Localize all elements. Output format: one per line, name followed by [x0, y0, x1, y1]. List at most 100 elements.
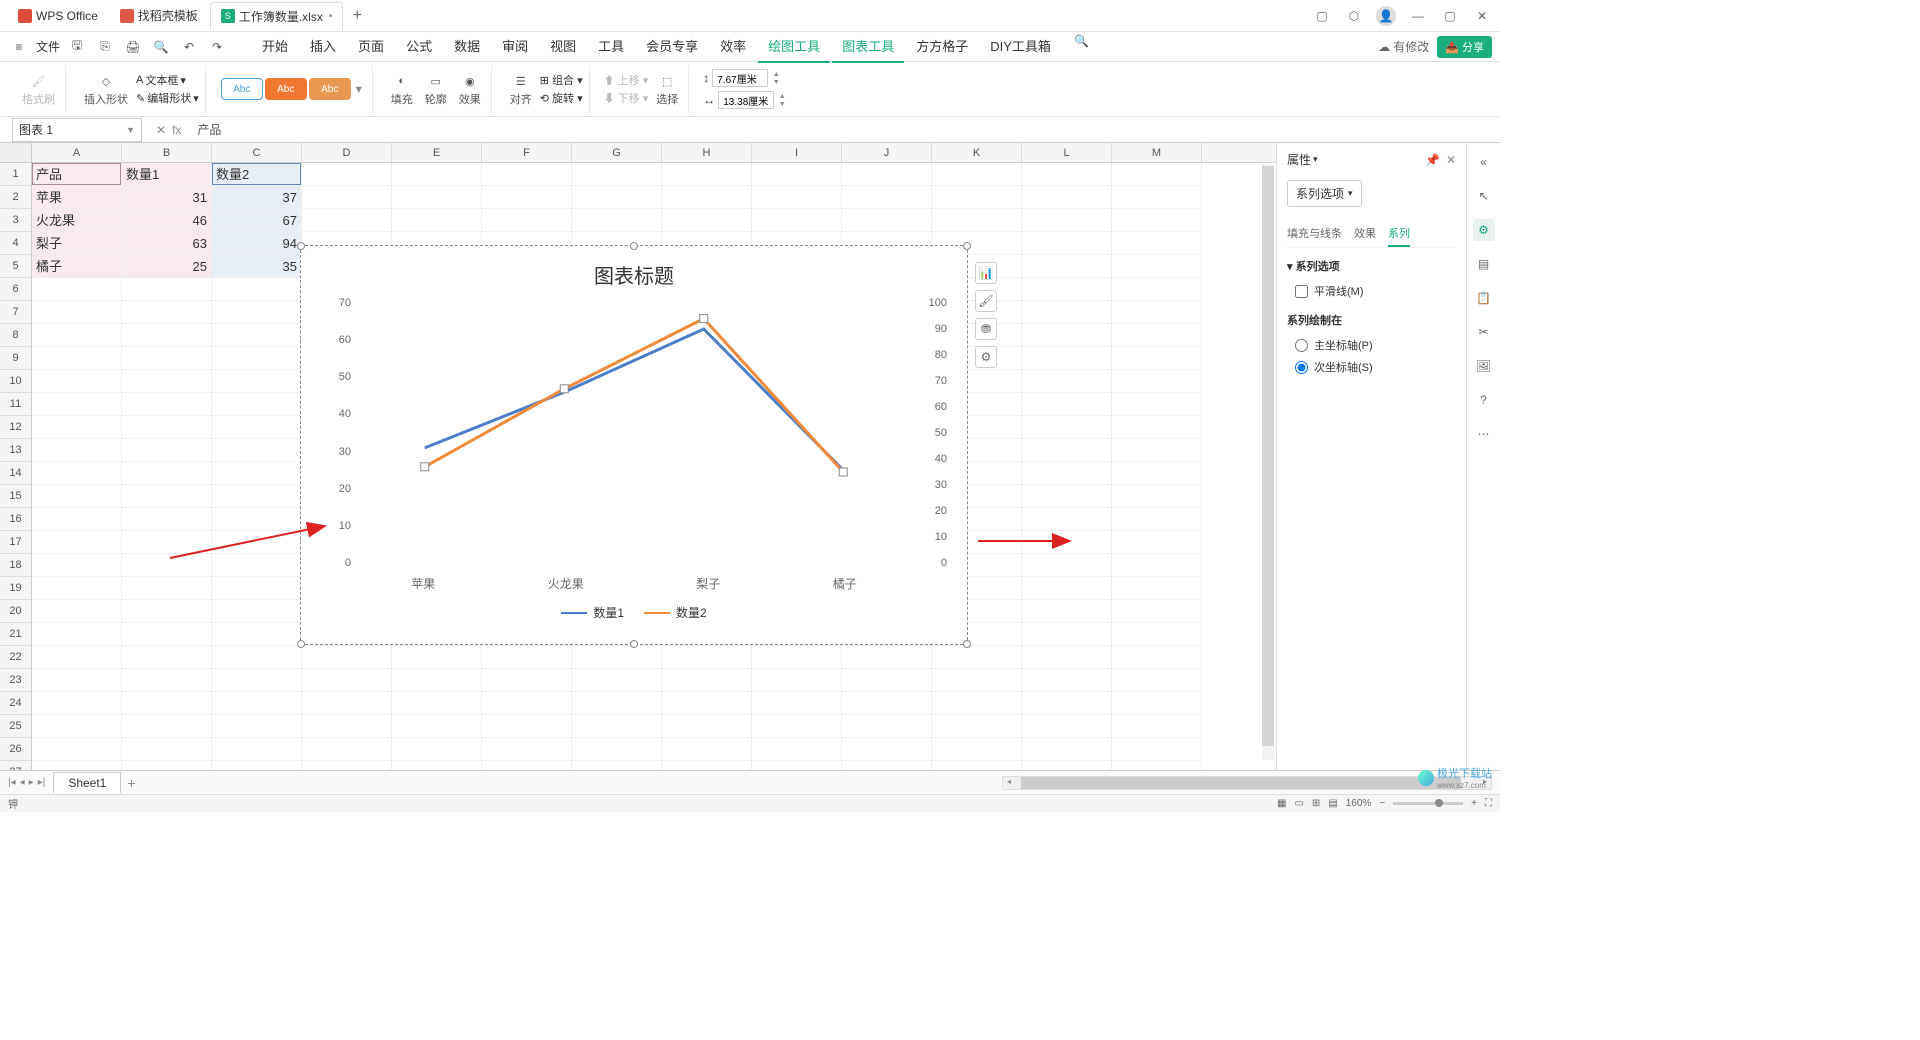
cell[interactable] [1112, 646, 1202, 669]
more-rail-icon[interactable]: ⋯ [1473, 423, 1495, 445]
cell[interactable] [752, 209, 842, 232]
cell[interactable] [302, 163, 392, 186]
cell[interactable] [752, 669, 842, 692]
cell[interactable] [392, 738, 482, 761]
cell[interactable] [1112, 462, 1202, 485]
cell[interactable] [212, 715, 302, 738]
resize-handle[interactable] [297, 242, 305, 250]
sheet-next-icon[interactable]: ▸ [29, 777, 34, 788]
cell[interactable] [32, 485, 122, 508]
cell[interactable] [572, 692, 662, 715]
cell[interactable] [32, 301, 122, 324]
cell[interactable] [482, 692, 572, 715]
row-header[interactable]: 26 [0, 738, 32, 761]
row-header[interactable]: 21 [0, 623, 32, 646]
cell[interactable] [122, 738, 212, 761]
cell[interactable] [32, 554, 122, 577]
cell[interactable] [752, 692, 842, 715]
help-rail-icon[interactable]: ? [1473, 389, 1495, 411]
cell[interactable] [212, 646, 302, 669]
cell[interactable]: 67 [212, 209, 302, 232]
cell[interactable] [1022, 462, 1112, 485]
cell[interactable] [1112, 186, 1202, 209]
cell[interactable] [212, 669, 302, 692]
cell[interactable]: 25 [122, 255, 212, 278]
cell[interactable] [1022, 577, 1112, 600]
cell[interactable] [122, 531, 212, 554]
cell[interactable]: 31 [122, 186, 212, 209]
cell[interactable] [1112, 416, 1202, 439]
row-header[interactable]: 23 [0, 669, 32, 692]
cell[interactable] [212, 531, 302, 554]
cell[interactable] [1022, 485, 1112, 508]
cell[interactable] [392, 715, 482, 738]
cell[interactable] [572, 669, 662, 692]
export-icon[interactable]: ⎘ [94, 36, 116, 58]
cell[interactable] [932, 738, 1022, 761]
cell[interactable] [1112, 163, 1202, 186]
col-header[interactable]: A [32, 143, 122, 162]
fx-icon[interactable]: fx [172, 123, 181, 137]
cell[interactable] [122, 692, 212, 715]
cell[interactable] [752, 715, 842, 738]
row-header[interactable]: 11 [0, 393, 32, 416]
cell[interactable] [1022, 623, 1112, 646]
clipboard-rail-icon[interactable]: 📋 [1473, 287, 1495, 309]
col-header[interactable]: I [752, 143, 842, 162]
cell[interactable]: 46 [122, 209, 212, 232]
resize-handle[interactable] [963, 242, 971, 250]
cell[interactable] [302, 669, 392, 692]
sheet-last-icon[interactable]: ▸| [38, 777, 46, 788]
row-header[interactable]: 9 [0, 347, 32, 370]
cell[interactable] [1112, 347, 1202, 370]
group-button[interactable]: ⊞ 组合 ▾ [540, 72, 583, 88]
chart-filter-icon[interactable]: ⛃ [975, 318, 997, 340]
cell[interactable] [482, 209, 572, 232]
series-options-dropdown[interactable]: 系列选项 ▾ [1287, 180, 1362, 207]
cell[interactable] [122, 278, 212, 301]
cell[interactable] [32, 623, 122, 646]
cell[interactable] [572, 715, 662, 738]
cell[interactable] [302, 209, 392, 232]
cell[interactable] [32, 577, 122, 600]
cell[interactable] [122, 577, 212, 600]
cell[interactable] [1022, 715, 1112, 738]
shape-preset-3[interactable]: Abc [309, 78, 351, 100]
tab-formula[interactable]: 公式 [396, 30, 442, 63]
cursor-rail-icon[interactable]: ↖ [1473, 185, 1495, 207]
col-header[interactable]: J [842, 143, 932, 162]
col-header[interactable]: E [392, 143, 482, 162]
search-icon[interactable]: 🔍 [1071, 30, 1093, 52]
undo-icon[interactable]: ↶ [178, 36, 200, 58]
cell[interactable] [122, 462, 212, 485]
cell[interactable] [32, 370, 122, 393]
cell[interactable] [122, 416, 212, 439]
row-header[interactable]: 16 [0, 508, 32, 531]
cell[interactable] [842, 738, 932, 761]
cell[interactable] [1112, 692, 1202, 715]
page-rail-icon[interactable]: ▤ [1473, 253, 1495, 275]
cloud-changes[interactable]: ☁ 有修改 [1378, 38, 1429, 55]
select-all-corner[interactable] [0, 143, 32, 162]
row-header[interactable]: 4 [0, 232, 32, 255]
sheet-first-icon[interactable]: |◂ [8, 777, 16, 788]
cell[interactable] [32, 324, 122, 347]
spreadsheet-grid[interactable]: A B C D E F G H I J K L M 12345678910111… [0, 143, 1276, 784]
preview-icon[interactable]: 🔍 [150, 36, 172, 58]
resize-handle[interactable] [630, 242, 638, 250]
vertical-scrollbar[interactable] [1262, 164, 1274, 760]
side-tab-effects[interactable]: 效果 [1354, 221, 1376, 247]
cell[interactable] [932, 646, 1022, 669]
chart-settings-icon[interactable]: ⚙ [975, 346, 997, 368]
cell[interactable] [1112, 370, 1202, 393]
cell[interactable] [1112, 738, 1202, 761]
cell[interactable]: 梨子 [32, 232, 122, 255]
cell[interactable] [212, 508, 302, 531]
cell[interactable] [302, 715, 392, 738]
cell[interactable] [1112, 232, 1202, 255]
cell[interactable] [1022, 255, 1112, 278]
avatar-icon[interactable]: 👤 [1376, 6, 1396, 26]
tab-home[interactable]: 开始 [252, 30, 298, 63]
cell[interactable] [32, 416, 122, 439]
cell[interactable] [32, 715, 122, 738]
